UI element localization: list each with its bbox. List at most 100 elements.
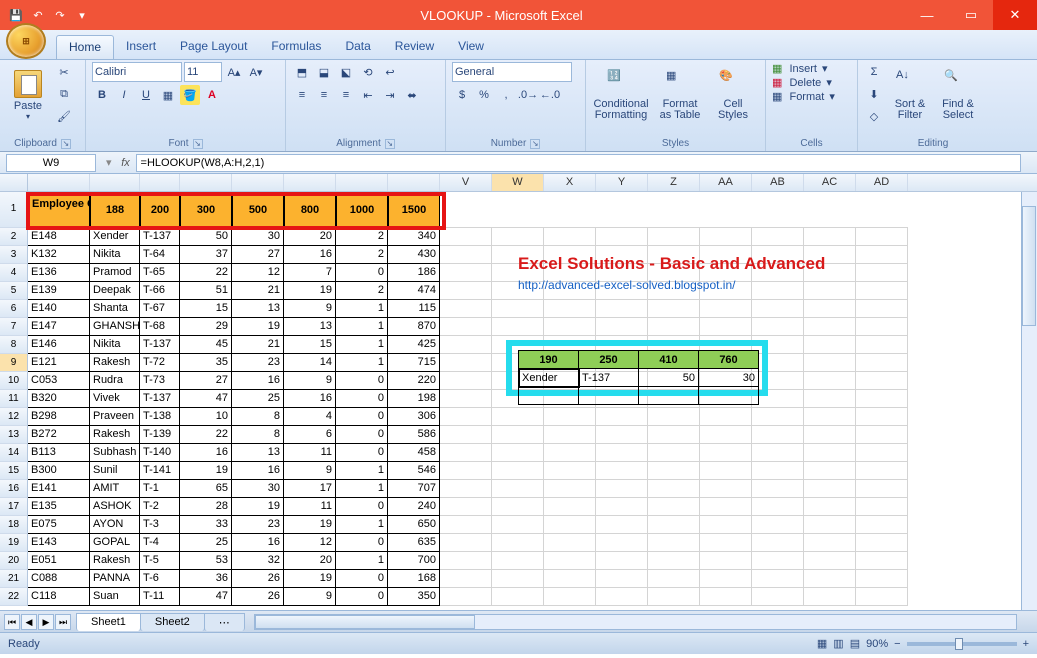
first-sheet-button[interactable]: ⏮: [4, 614, 20, 630]
data-cell[interactable]: T-72: [140, 354, 180, 372]
data-cell[interactable]: 2: [336, 282, 388, 300]
data-cell[interactable]: 22: [180, 426, 232, 444]
data-cell[interactable]: 0: [336, 408, 388, 426]
copy-button[interactable]: ⧉: [54, 84, 74, 104]
data-cell[interactable]: 37: [180, 246, 232, 264]
data-cell[interactable]: Deepak: [90, 282, 140, 300]
data-cell[interactable]: 650: [388, 516, 440, 534]
overlay-link[interactable]: http://advanced-excel-solved.blogspot.in…: [518, 278, 735, 292]
data-cell[interactable]: Sunil: [90, 462, 140, 480]
row-header[interactable]: 8: [0, 336, 28, 354]
data-cell[interactable]: E147: [28, 318, 90, 336]
data-cell[interactable]: 8: [232, 408, 284, 426]
data-cell[interactable]: 15: [284, 336, 336, 354]
data-cell[interactable]: 16: [284, 390, 336, 408]
name-box[interactable]: W9: [6, 154, 96, 172]
mini-header[interactable]: 190: [519, 351, 579, 369]
new-sheet-button[interactable]: ⋯: [204, 613, 245, 631]
data-cell[interactable]: Nikita: [90, 336, 140, 354]
decrease-font-button[interactable]: A▾: [246, 62, 266, 82]
row-header[interactable]: 15: [0, 462, 28, 480]
column-header[interactable]: [140, 174, 180, 191]
data-cell[interactable]: B298: [28, 408, 90, 426]
scrollbar-thumb[interactable]: [255, 615, 475, 629]
data-cell[interactable]: 7: [284, 264, 336, 282]
data-cell[interactable]: T-2: [140, 498, 180, 516]
data-cell[interactable]: 16: [232, 372, 284, 390]
data-cell[interactable]: E121: [28, 354, 90, 372]
data-cell[interactable]: 350: [388, 588, 440, 606]
data-cell[interactable]: 19: [284, 516, 336, 534]
align-bottom-button[interactable]: ⬕: [336, 62, 356, 82]
column-header[interactable]: [284, 174, 336, 191]
data-cell[interactable]: 586: [388, 426, 440, 444]
increase-indent-button[interactable]: ⇥: [380, 85, 400, 105]
row-header[interactable]: 17: [0, 498, 28, 516]
data-cell[interactable]: E075: [28, 516, 90, 534]
wrap-text-button[interactable]: ↩: [380, 62, 400, 82]
data-cell[interactable]: 22: [180, 264, 232, 282]
font-color-button[interactable]: A: [202, 85, 222, 105]
data-cell[interactable]: 16: [284, 246, 336, 264]
border-button[interactable]: ▦: [158, 85, 178, 105]
column-header[interactable]: W: [492, 174, 544, 191]
fill-button[interactable]: ⬇: [864, 84, 884, 104]
data-cell[interactable]: GHANSHU: [90, 318, 140, 336]
row-header[interactable]: 19: [0, 534, 28, 552]
data-cell[interactable]: 16: [232, 462, 284, 480]
row-header[interactable]: 11: [0, 390, 28, 408]
data-cell[interactable]: B272: [28, 426, 90, 444]
row-header[interactable]: 3: [0, 246, 28, 264]
data-cell[interactable]: 13: [232, 300, 284, 318]
redo-icon[interactable]: ↷: [50, 5, 70, 25]
data-cell[interactable]: T-4: [140, 534, 180, 552]
font-name-combo[interactable]: Calibri: [92, 62, 182, 82]
header-cell[interactable]: 188: [90, 192, 140, 228]
find-select-button[interactable]: 🔍Find & Select: [936, 62, 980, 128]
data-cell[interactable]: E135: [28, 498, 90, 516]
delete-cells-button[interactable]: ▦ Delete ▾: [772, 76, 832, 89]
data-cell[interactable]: 0: [336, 426, 388, 444]
tab-formulas[interactable]: Formulas: [259, 35, 333, 59]
data-cell[interactable]: E141: [28, 480, 90, 498]
office-button[interactable]: ⊞: [6, 23, 46, 59]
row-header[interactable]: 1: [0, 192, 28, 228]
data-cell[interactable]: T-3: [140, 516, 180, 534]
column-header[interactable]: X: [544, 174, 596, 191]
decrease-indent-button[interactable]: ⇤: [358, 85, 378, 105]
row-header[interactable]: 14: [0, 444, 28, 462]
increase-decimal-button[interactable]: .0→: [518, 85, 538, 105]
data-cell[interactable]: 0: [336, 498, 388, 516]
cell-styles-button[interactable]: 🎨Cell Styles: [710, 62, 756, 128]
align-top-button[interactable]: ⬒: [292, 62, 312, 82]
data-cell[interactable]: 220: [388, 372, 440, 390]
data-cell[interactable]: 0: [336, 444, 388, 462]
row-header[interactable]: 13: [0, 426, 28, 444]
horizontal-scrollbar[interactable]: [254, 614, 1017, 630]
data-cell[interactable]: E143: [28, 534, 90, 552]
data-cell[interactable]: 715: [388, 354, 440, 372]
data-cell[interactable]: 240: [388, 498, 440, 516]
column-headers[interactable]: VWXYZAAABACAD: [0, 174, 1037, 192]
data-cell[interactable]: 0: [336, 264, 388, 282]
data-cell[interactable]: 19: [284, 570, 336, 588]
data-cell[interactable]: T-66: [140, 282, 180, 300]
data-cell[interactable]: Nikita: [90, 246, 140, 264]
scrollbar-thumb[interactable]: [1022, 206, 1036, 326]
data-cell[interactable]: T-137: [140, 228, 180, 246]
worksheet-grid[interactable]: VWXYZAAABACAD 1Employee Code188200300500…: [0, 174, 1037, 610]
data-cell[interactable]: 26: [232, 570, 284, 588]
data-cell[interactable]: 0: [336, 372, 388, 390]
data-cell[interactable]: 23: [232, 516, 284, 534]
data-cell[interactable]: 1: [336, 354, 388, 372]
column-header[interactable]: Y: [596, 174, 648, 191]
data-cell[interactable]: AMIT: [90, 480, 140, 498]
mini-header[interactable]: 250: [579, 351, 639, 369]
column-header[interactable]: AB: [752, 174, 804, 191]
data-cell[interactable]: 700: [388, 552, 440, 570]
data-cell[interactable]: 168: [388, 570, 440, 588]
minimize-button[interactable]: —: [905, 0, 949, 30]
data-cell[interactable]: 9: [284, 588, 336, 606]
column-header[interactable]: [28, 174, 90, 191]
data-cell[interactable]: 30: [232, 480, 284, 498]
